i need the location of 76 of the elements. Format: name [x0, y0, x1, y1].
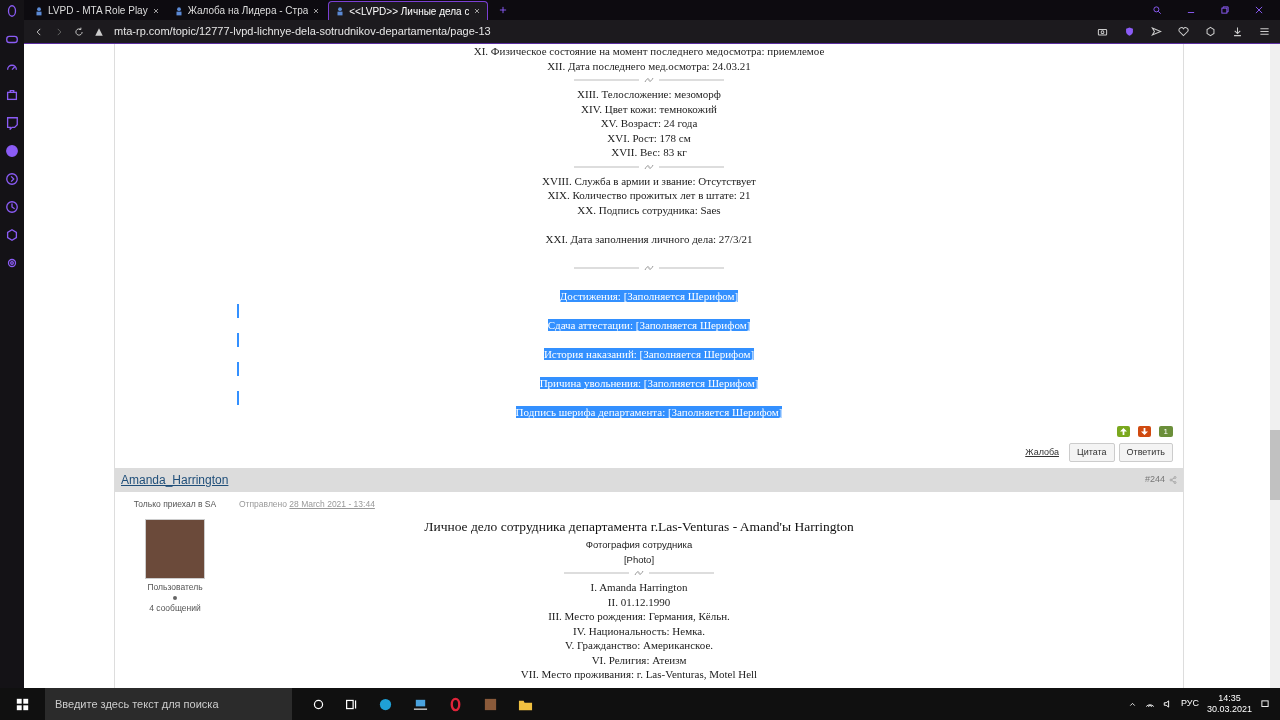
post-text: XVI. Рост: 178 см — [607, 131, 691, 144]
language-indicator[interactable]: РУС — [1180, 697, 1199, 711]
scrollbar-thumb[interactable] — [1270, 430, 1280, 500]
browser-tab[interactable]: <<LVPD>> Личные дела с — [328, 1, 489, 20]
post-text: [Photo] — [623, 553, 655, 565]
post-button[interactable]: Цитата — [1068, 442, 1115, 462]
plus-icon[interactable] — [498, 5, 509, 15]
close-icon[interactable] — [1254, 5, 1264, 15]
status-dot — [173, 595, 177, 600]
post-number[interactable]: #244 — [1144, 473, 1165, 487]
report-link[interactable]: Жалоба — [1025, 445, 1059, 459]
clock-time[interactable]: 14:35 — [1206, 693, 1252, 704]
reload-icon[interactable] — [74, 26, 84, 37]
post-text: Сдача аттестации: [Заполняется Шерифом] — [547, 319, 751, 331]
close-icon[interactable] — [151, 6, 160, 15]
post-text: III. Место рождения: Германия, Кёльн. — [548, 610, 730, 622]
author-link[interactable]: Amanda_Harrington — [121, 471, 229, 489]
send-icon[interactable] — [1151, 26, 1162, 37]
twitch-icon[interactable] — [5, 116, 19, 130]
camera-icon[interactable] — [1097, 26, 1108, 37]
post-text: V. Гражданство: Американское. — [564, 639, 714, 651]
post-text: VII. Место проживания: г. Las-Venturas, Motel Hell — [520, 668, 758, 680]
member-title: Только приехал в SA — [133, 498, 217, 511]
post-text: XXI. Дата заполнения личного дела: 27/3/21 — [545, 232, 753, 245]
post-text: История наказаний: [Заполняется Шерифом] — [543, 348, 755, 360]
clock-icon[interactable] — [5, 200, 19, 214]
browser-tab[interactable]: LVPD - MTA Role Play — [28, 1, 166, 20]
member-group: Пользователь — [147, 580, 203, 594]
reputation-count: 1 — [1158, 425, 1173, 437]
post-text: Фотография сотрудника — [585, 539, 693, 550]
post-text: Подпись шерифа департамента: [Заполняется Шерифом] — [515, 406, 783, 418]
avatar-photo-placeholder — [145, 518, 205, 579]
post-text: II. 01.12.1990 — [607, 595, 671, 608]
vote-down-button[interactable] — [1137, 425, 1151, 437]
post-text: Достижения: [Заполняется Шерифом] — [559, 290, 739, 302]
circle-icon[interactable] — [312, 697, 325, 711]
post-title: Личное дело сотрудника департамента г.Las-Venturas - Amand'ы Harrington — [423, 517, 855, 536]
bag-icon[interactable] — [5, 88, 19, 102]
play-circle-icon[interactable] — [5, 172, 19, 186]
task-view-icon[interactable] — [345, 697, 358, 711]
post-text: XIV. Цвет кожи: темнокожий — [581, 102, 717, 115]
warning-icon — [94, 26, 104, 37]
post-text: VI. Религия: Атеизм — [591, 653, 687, 666]
restore-icon[interactable] — [1220, 5, 1230, 15]
post-button[interactable]: Ответить — [1118, 442, 1173, 462]
browser-tab[interactable]: Жалоба на Лидера - Стра — [167, 1, 327, 20]
post-text: XI. Физическое состояние на момент последнего медосмотра: приемлемое — [473, 45, 825, 57]
close-icon[interactable] — [473, 7, 482, 15]
sliders-icon[interactable] — [1259, 26, 1270, 37]
clock-date[interactable]: 30.03.2021 — [1206, 704, 1252, 715]
post-text: I. Amanda Harrington — [590, 581, 688, 593]
search-icon[interactable] — [1152, 5, 1162, 15]
post-text: IV. Национальность: Немка. — [573, 624, 705, 637]
post-text: XIX. Количество прожитых лет в штате: 21 — [547, 189, 751, 201]
post-text: XVIII. Служба в армии и звание: Отсутствует — [542, 174, 756, 187]
post-text: XVII. Вес: 83 кг — [611, 146, 687, 158]
download-icon[interactable] — [1232, 26, 1243, 37]
back-icon[interactable] — [34, 26, 44, 37]
post-text: Причина увольнения: [Заполняется Шерифом] — [539, 377, 759, 389]
posted-label: Отправлено — [239, 499, 288, 509]
opera-logo-icon[interactable] — [5, 4, 19, 18]
forward-icon[interactable] — [54, 26, 64, 37]
windows-logo-icon[interactable] — [16, 698, 29, 712]
post-text: XIII. Телосложение: мезоморф — [577, 88, 721, 100]
close-icon[interactable] — [312, 6, 321, 15]
shield-icon[interactable] — [1124, 26, 1135, 37]
vote-up-button[interactable] — [1116, 425, 1130, 437]
post-text: XII. Дата последнего мед.осмотра: 24.03.21 — [547, 59, 751, 72]
person-icon — [34, 5, 44, 16]
post-text: XV. Возраст: 24 года — [600, 117, 698, 129]
post-text: XX. Подпись сотрудника: Saes — [577, 203, 721, 216]
taskbar-search-field[interactable]: Введите здесь текст для поиска — [45, 688, 292, 720]
person-icon — [335, 6, 346, 16]
heart-icon[interactable] — [1178, 26, 1189, 37]
opera-browser-icon[interactable] — [448, 696, 463, 712]
post-count: 4 сообщений — [149, 601, 201, 615]
